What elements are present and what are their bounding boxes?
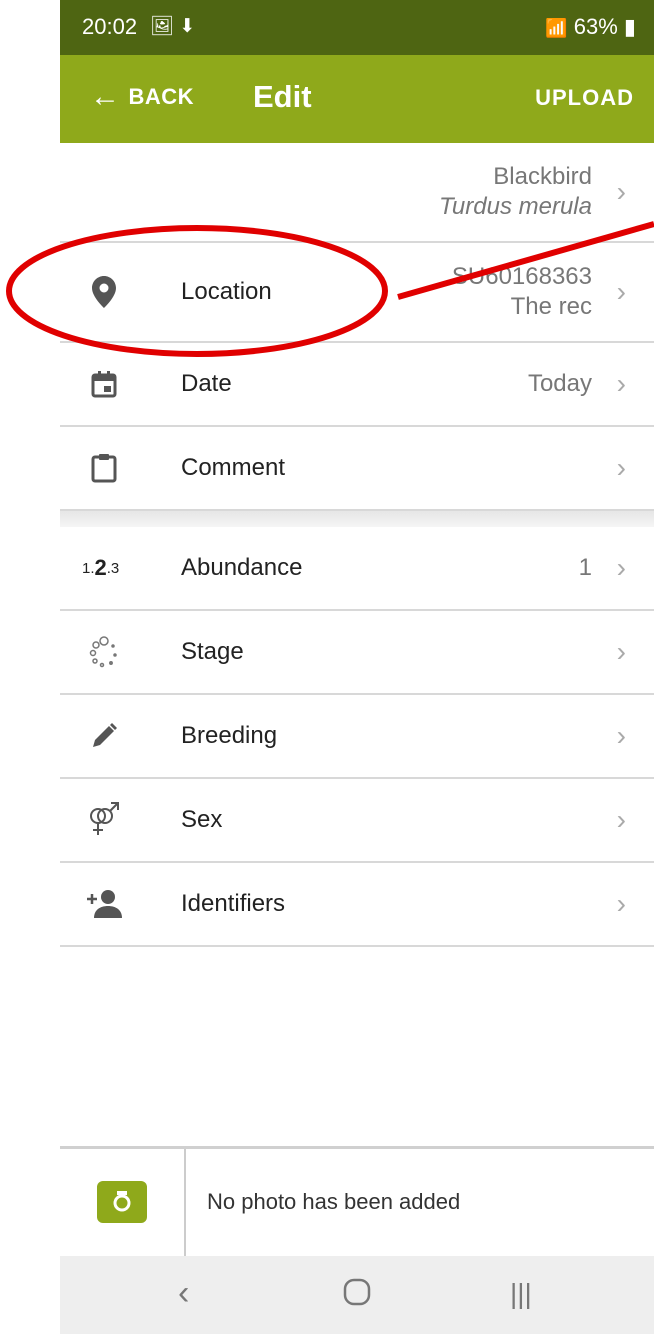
location-row[interactable]: Location SU60168363 The rec › [60, 243, 654, 343]
abundance-value: 1 [578, 554, 592, 581]
chevron-right-icon: › [616, 276, 626, 307]
chevron-right-icon: › [616, 368, 626, 399]
status-bar: 20:02 🖼 ⬇ 📶 63% ▮ [60, 0, 654, 55]
abundance-label: Abundance [181, 554, 303, 581]
location-grid-ref: SU60168363 [451, 263, 592, 290]
identifiers-label: Identifiers [181, 890, 286, 917]
photo-section: No photo has been added [60, 1146, 654, 1259]
breeding-row[interactable]: Breeding › [60, 695, 654, 779]
species-value: Blackbird Turdus merula [439, 162, 592, 222]
notification-icons: 🖼 ⬇ [150, 16, 196, 37]
stage-dots-icon [84, 632, 124, 672]
date-value: Today [527, 370, 592, 397]
abundance-row[interactable]: 1. 2.3 Abundance 1 › [60, 527, 654, 611]
date-label: Date [181, 370, 232, 397]
chevron-right-icon: › [616, 636, 626, 667]
add-photo-button[interactable] [97, 1181, 147, 1223]
camera-icon [113, 1191, 131, 1212]
nav-back-icon[interactable]: ‹ [178, 1274, 189, 1313]
system-nav-bar: ‹ ||| [60, 1256, 654, 1334]
chevron-right-icon: › [616, 720, 626, 751]
nav-recents-icon[interactable]: ||| [510, 1278, 532, 1310]
species-common-name: Blackbird [493, 163, 592, 190]
species-scientific-name: Turdus merula [439, 193, 592, 220]
location-label: Location [181, 278, 272, 305]
upload-button[interactable]: UPLOAD [535, 85, 634, 111]
comment-label: Comment [181, 454, 286, 481]
location-name: The rec [510, 293, 592, 320]
location-pin-icon [84, 272, 124, 312]
attribute-list: Blackbird Turdus merula › Location SU601… [60, 143, 654, 947]
sex-row[interactable]: Sex › [60, 779, 654, 863]
battery-icon: ▮ [623, 14, 636, 39]
battery-indicator: 📶 63% ▮ [545, 14, 636, 40]
species-row[interactable]: Blackbird Turdus merula › [60, 143, 654, 243]
back-button[interactable]: ← BACK [90, 82, 194, 112]
date-row[interactable]: Date Today › [60, 343, 654, 427]
back-label: BACK [128, 84, 195, 109]
chevron-right-icon: › [616, 552, 626, 583]
signal-icon: 📶 [545, 18, 568, 38]
identifiers-row[interactable]: Identifiers › [60, 863, 654, 947]
battery-level: 63% [573, 14, 618, 39]
location-value: SU60168363 The rec [452, 262, 592, 322]
sex-label: Sex [181, 806, 223, 833]
section-divider [60, 511, 654, 527]
chevron-right-icon: › [616, 176, 626, 207]
breeding-label: Breeding [181, 722, 278, 749]
chevron-right-icon: › [616, 452, 626, 483]
camera-cell [60, 1149, 186, 1259]
chevron-right-icon: › [616, 888, 626, 919]
nav-home-icon[interactable] [343, 1276, 371, 1315]
pencil-icon [84, 716, 124, 756]
calendar-icon [84, 364, 124, 404]
status-time: 20:02 [82, 14, 138, 39]
back-arrow-icon: ← [90, 80, 121, 113]
stage-label: Stage [181, 638, 244, 665]
app-bar: ← BACK Edit UPLOAD [60, 55, 654, 143]
clipboard-icon [84, 448, 124, 488]
abundance-icon: 1. 2.3 [82, 555, 120, 580]
gender-icon [84, 800, 124, 840]
app-frame: 20:02 🖼 ⬇ 📶 63% ▮ ← BACK Edit UPLOAD Bla… [60, 0, 654, 1334]
page-title: Edit [253, 79, 312, 114]
comment-row[interactable]: Comment › [60, 427, 654, 511]
add-person-icon [84, 884, 124, 924]
no-photo-message: No photo has been added [207, 1189, 461, 1214]
stage-row[interactable]: Stage › [60, 611, 654, 695]
chevron-right-icon: › [616, 804, 626, 835]
